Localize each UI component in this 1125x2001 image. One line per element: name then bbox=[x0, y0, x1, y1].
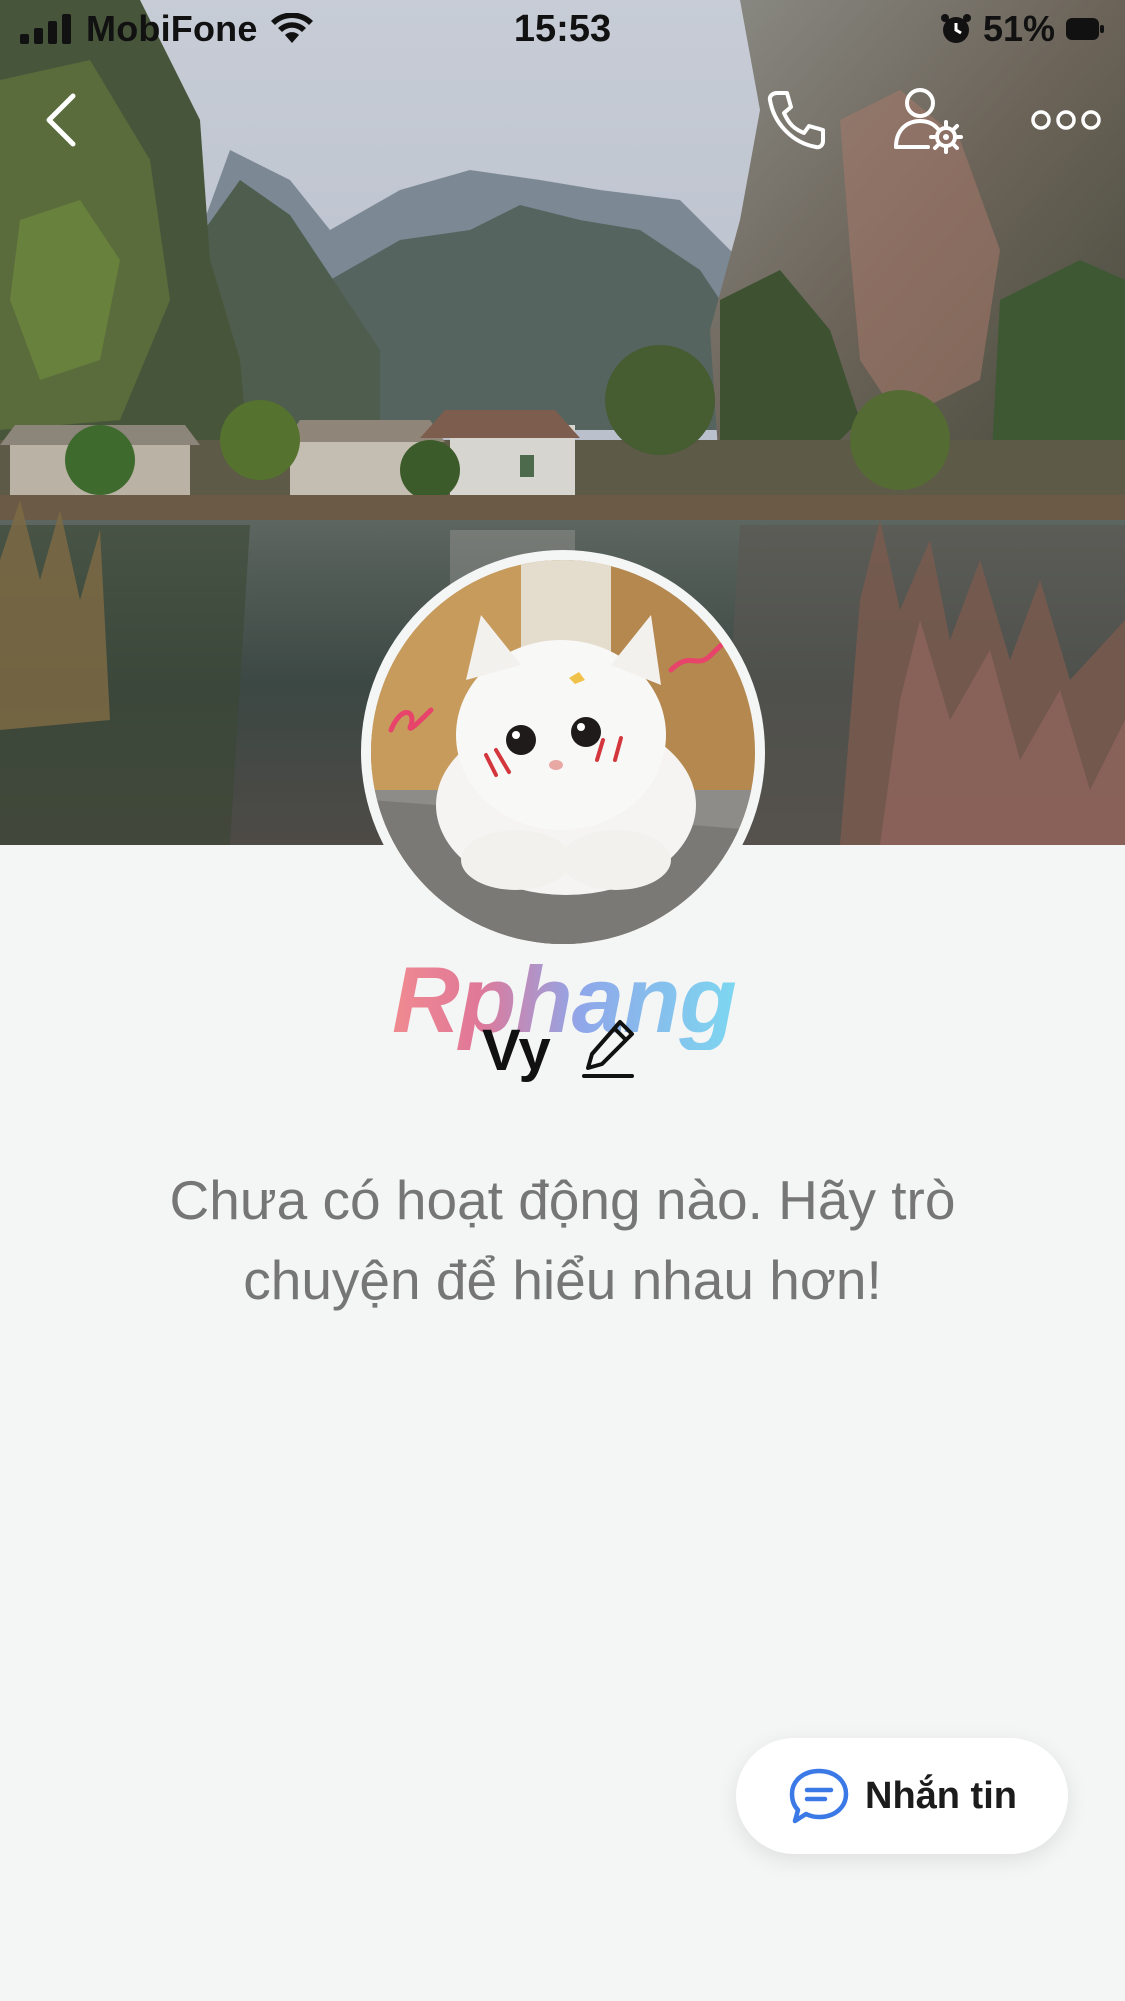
user-settings-icon bbox=[894, 88, 963, 154]
empty-message-line-1: Chưa có hoạt động nào. Hãy trò bbox=[169, 1169, 956, 1231]
profile-settings-button[interactable] bbox=[890, 82, 966, 158]
more-button[interactable] bbox=[1024, 82, 1108, 158]
profile-name-area: Rphang Vy bbox=[0, 950, 1125, 1090]
empty-activity-message: Chưa có hoạt động nào. Hãy trò chuyện để… bbox=[90, 1160, 1035, 1320]
avatar-frame[interactable] bbox=[361, 550, 765, 954]
chat-bubble-icon bbox=[789, 1768, 849, 1824]
battery-icon bbox=[1066, 18, 1104, 40]
top-navigation bbox=[0, 82, 1125, 172]
display-name: Vy bbox=[482, 1018, 551, 1083]
edit-name-button[interactable] bbox=[580, 1016, 640, 1080]
name-badge: Rphang bbox=[392, 947, 737, 1052]
avatar[interactable] bbox=[371, 560, 755, 944]
empty-message-line-2: chuyện để hiểu nhau hơn! bbox=[243, 1249, 882, 1311]
status-right: 51% bbox=[939, 8, 1105, 50]
phone-icon bbox=[767, 91, 825, 150]
pencil-icon bbox=[582, 1020, 634, 1078]
message-button-label: Nhắn tin bbox=[865, 1774, 1017, 1817]
more-icon bbox=[1031, 110, 1101, 130]
call-button[interactable] bbox=[758, 82, 834, 158]
status-bar: MobiFone 15:53 51% bbox=[0, 0, 1125, 62]
send-message-button[interactable]: Nhắn tin bbox=[736, 1738, 1068, 1854]
back-button[interactable] bbox=[22, 82, 98, 158]
alarm-icon bbox=[940, 14, 971, 43]
battery-percent: 51% bbox=[982, 8, 1055, 49]
avatar-image bbox=[371, 560, 755, 944]
chevron-left-icon bbox=[46, 93, 76, 147]
